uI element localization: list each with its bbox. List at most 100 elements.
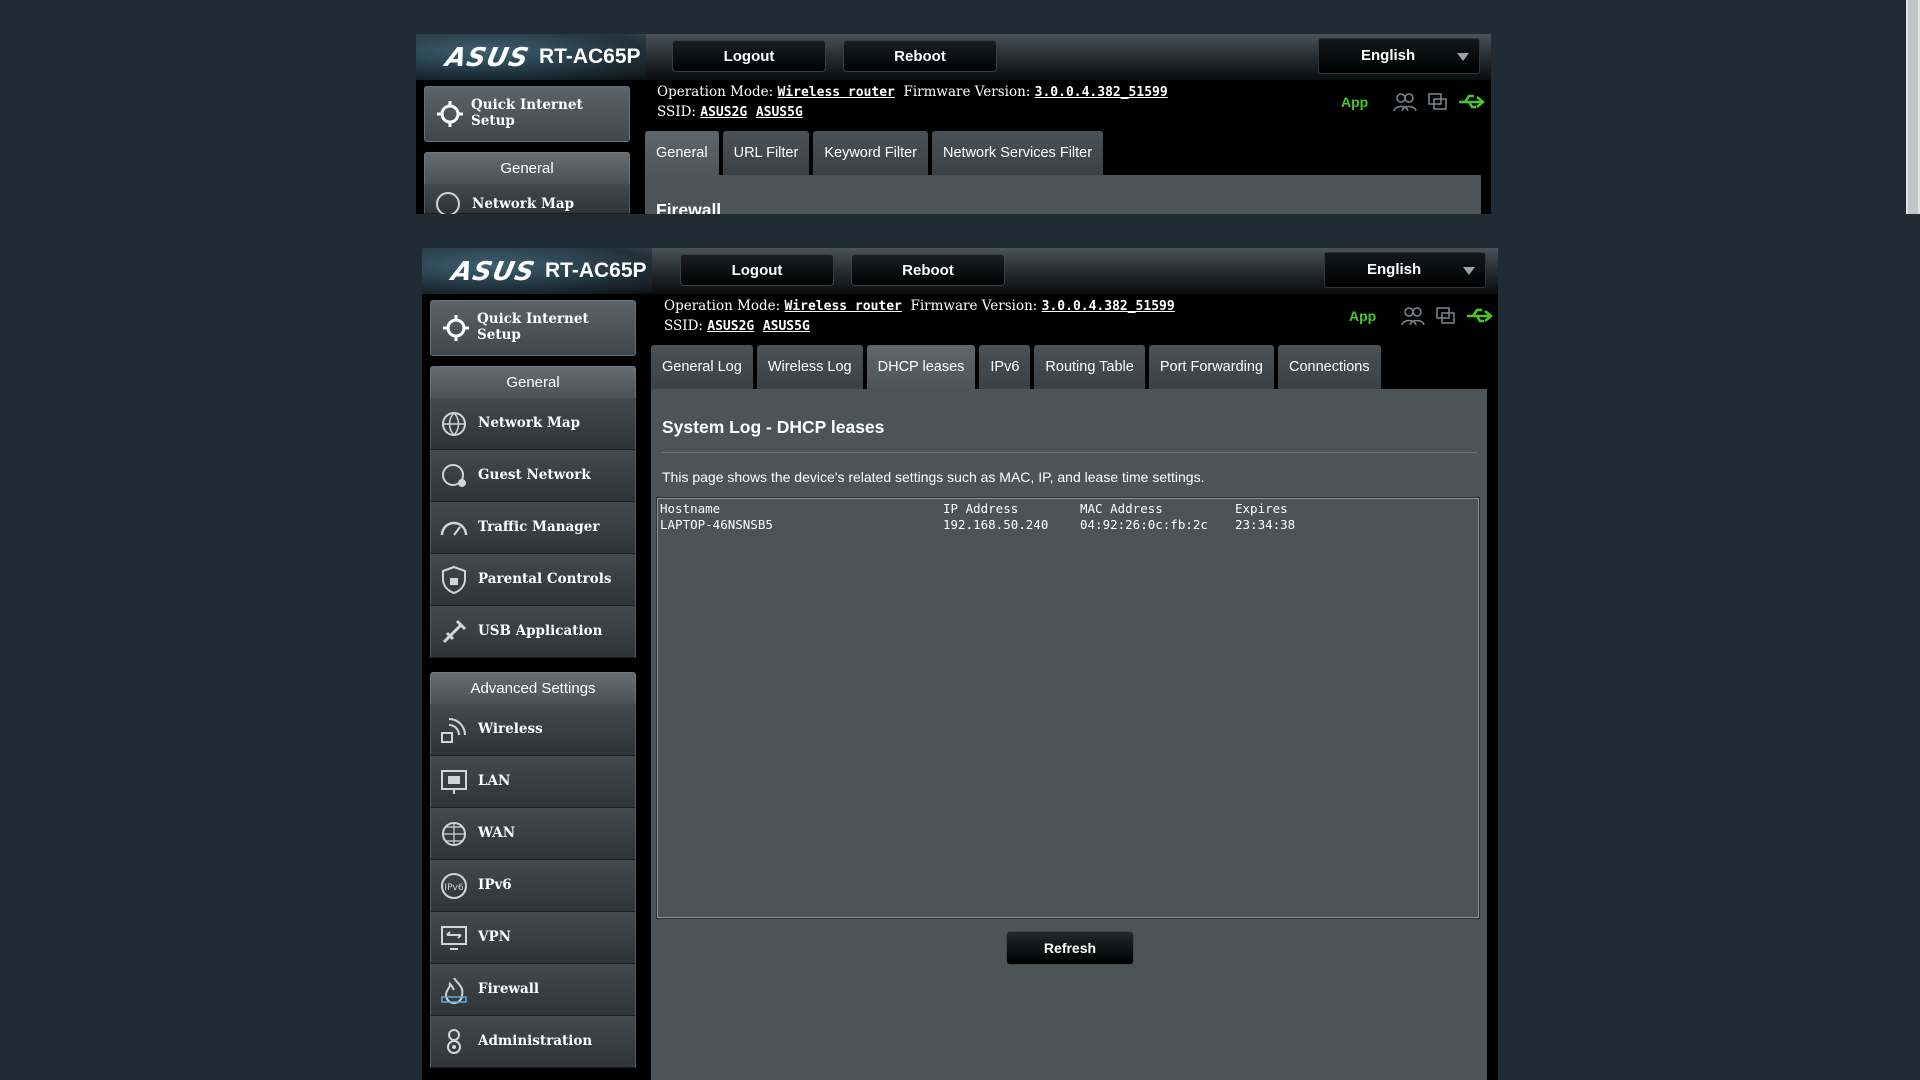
sidebar-item-wan[interactable]: WAN bbox=[430, 808, 636, 860]
sidebar-item-label: USB Application bbox=[478, 623, 603, 639]
chevron-down-icon bbox=[1463, 267, 1475, 275]
copy-icon[interactable] bbox=[1435, 306, 1457, 326]
page-scrollbar[interactable] bbox=[1906, 0, 1920, 214]
svg-text:IPv6: IPv6 bbox=[444, 883, 463, 893]
vpn-icon bbox=[441, 926, 467, 950]
sidebar-item-wireless[interactable]: Wireless bbox=[430, 704, 636, 756]
top-tab-general[interactable]: General bbox=[645, 131, 719, 175]
main-header: ASUS RT-AC65P Logout Reboot English bbox=[422, 248, 1498, 295]
sidebar-item-firewall[interactable]: Firewall bbox=[430, 964, 636, 1016]
top-status-line-1: Operation Mode: Wireless router Firmware… bbox=[657, 84, 1168, 100]
sidebar-item-label: WAN bbox=[478, 825, 516, 841]
top-language-select[interactable]: English bbox=[1318, 38, 1480, 74]
administration-icon bbox=[447, 1029, 461, 1054]
lan-icon bbox=[441, 770, 467, 794]
log-header-row: Hostname IP Address MAC Address Expires bbox=[660, 501, 1476, 517]
tab-ipv6[interactable]: IPv6 bbox=[979, 345, 1031, 389]
log-cell-hostname: LAPTOP-46NSNSB5 bbox=[660, 517, 773, 532]
status-line-2: SSID: ASUS2G ASUS5G bbox=[664, 318, 810, 334]
main-router-window: ASUS RT-AC65P Logout Reboot English Quic… bbox=[422, 248, 1498, 1080]
dhcp-log-textarea[interactable]: Hostname IP Address MAC Address Expires … bbox=[656, 497, 1480, 919]
qis-label: Quick Internet Setup bbox=[477, 311, 589, 343]
language-value: English bbox=[1367, 261, 1422, 278]
tab-wireless-log[interactable]: Wireless Log bbox=[756, 345, 863, 389]
quick-setup-icon bbox=[437, 101, 463, 127]
top-page-title: Firewall bbox=[656, 200, 722, 214]
background-router-window: ASUS RT-AC65P Logout Reboot English Quic… bbox=[416, 34, 1491, 214]
clients-icon[interactable] bbox=[1401, 306, 1425, 326]
asus-logo: ASUS bbox=[448, 257, 538, 287]
firmware-link[interactable]: 3.0.0.4.382_51599 bbox=[1042, 299, 1175, 314]
op-mode-link[interactable]: Wireless router bbox=[784, 299, 901, 314]
language-select[interactable]: English bbox=[1324, 252, 1486, 288]
sidebar-item-label: Administration bbox=[478, 1033, 593, 1049]
sidebar-item-label: LAN bbox=[478, 773, 511, 789]
top-ssid-5g-link[interactable]: ASUS5G bbox=[756, 105, 803, 120]
ipv6-icon: IPv6 bbox=[441, 873, 467, 899]
top-tab-url-filter[interactable]: URL Filter bbox=[722, 131, 810, 175]
title-divider bbox=[662, 452, 1477, 453]
qis-label: Quick Internet Setup bbox=[471, 97, 583, 129]
tab-routing-table[interactable]: Routing Table bbox=[1034, 345, 1145, 389]
guest-network-icon bbox=[442, 464, 466, 487]
log-cell-expires: 23:34:38 bbox=[1235, 517, 1296, 532]
tab-connections[interactable]: Connections bbox=[1278, 345, 1381, 389]
firewall-icon bbox=[441, 977, 467, 1004]
advanced-settings-header: Advanced Settings bbox=[430, 672, 636, 704]
network-map-icon bbox=[436, 192, 460, 214]
chevron-down-icon bbox=[1457, 53, 1469, 61]
top-firmware-link[interactable]: 3.0.0.4.382_51599 bbox=[1035, 85, 1168, 100]
tab-port-forwarding[interactable]: Port Forwarding bbox=[1148, 345, 1274, 389]
app-link[interactable]: App bbox=[1341, 94, 1368, 110]
status-line-1: Operation Mode: Wireless router Firmware… bbox=[664, 298, 1175, 314]
page-description: This page shows the device's related set… bbox=[662, 469, 1205, 485]
log-cell-ip: 192.168.50.240 bbox=[943, 517, 1049, 532]
model-name: RT-AC65P bbox=[545, 259, 647, 282]
top-ssid-2g-link[interactable]: ASUS2G bbox=[700, 105, 747, 120]
quick-internet-setup[interactable]: Quick Internet Setup bbox=[430, 300, 636, 356]
reboot-button[interactable]: Reboot bbox=[851, 254, 1005, 286]
sidebar-item-parental-controls[interactable]: Parental Controls bbox=[430, 554, 636, 606]
quick-setup-icon bbox=[443, 315, 469, 341]
model-name: RT-AC65P bbox=[539, 45, 641, 68]
ssid-5g-link[interactable]: ASUS5G bbox=[763, 319, 810, 334]
tab-bar: General Log Wireless Log DHCP leases IPv… bbox=[651, 345, 1381, 389]
sidebar-item-label: Firewall bbox=[478, 981, 540, 997]
usb-icon[interactable] bbox=[1457, 92, 1485, 112]
ssid-2g-link[interactable]: ASUS2G bbox=[707, 319, 754, 334]
top-op-mode-link[interactable]: Wireless router bbox=[777, 85, 894, 100]
sidebar-item-lan[interactable]: LAN bbox=[430, 756, 636, 808]
tab-dhcp-leases[interactable]: DHCP leases bbox=[866, 345, 976, 389]
sidebar-item-label: Network Map bbox=[478, 415, 581, 431]
sidebar-item-label: Guest Network bbox=[478, 467, 591, 483]
sidebar-item-label: Network Map bbox=[472, 196, 575, 212]
sidebar-item-administration[interactable]: Administration bbox=[430, 1016, 636, 1068]
app-link[interactable]: App bbox=[1349, 308, 1376, 324]
wan-icon bbox=[442, 822, 466, 846]
parental-controls-icon bbox=[442, 565, 466, 595]
copy-icon[interactable] bbox=[1427, 92, 1449, 112]
sidebar-item-network-map[interactable]: Network Map bbox=[430, 398, 636, 450]
sidebar-item-label: Traffic Manager bbox=[478, 519, 600, 535]
scrollbar-thumb[interactable] bbox=[1908, 0, 1918, 214]
top-logout-button[interactable]: Logout bbox=[672, 40, 826, 72]
sidebar-item-traffic-manager[interactable]: Traffic Manager bbox=[430, 502, 636, 554]
top-tab-keyword-filter[interactable]: Keyword Filter bbox=[813, 131, 928, 175]
top-quick-internet-setup[interactable]: Quick Internet Setup bbox=[424, 86, 630, 142]
top-general-header: General bbox=[424, 152, 630, 184]
clients-icon[interactable] bbox=[1393, 92, 1417, 112]
sidebar-item-ipv6[interactable]: IPv6 IPv6 bbox=[430, 860, 636, 912]
tab-general-log[interactable]: General Log bbox=[651, 345, 753, 389]
logout-button[interactable]: Logout bbox=[680, 254, 834, 286]
sidebar-item-label: IPv6 bbox=[478, 877, 512, 893]
top-reboot-button[interactable]: Reboot bbox=[843, 40, 997, 72]
sidebar-item-vpn[interactable]: VPN bbox=[430, 912, 636, 964]
main-content-area: System Log - DHCP leases This page shows… bbox=[651, 389, 1487, 1080]
refresh-button[interactable]: Refresh bbox=[1006, 931, 1134, 965]
sidebar-item-usb-application[interactable]: USB Application bbox=[430, 606, 636, 658]
top-sidebar-item-network-map[interactable]: Network Map bbox=[424, 184, 630, 214]
asus-logo: ASUS bbox=[442, 43, 532, 73]
sidebar-item-guest-network[interactable]: Guest Network bbox=[430, 450, 636, 502]
top-tab-network-services-filter[interactable]: Network Services Filter bbox=[932, 131, 1104, 175]
usb-icon[interactable] bbox=[1465, 306, 1493, 326]
